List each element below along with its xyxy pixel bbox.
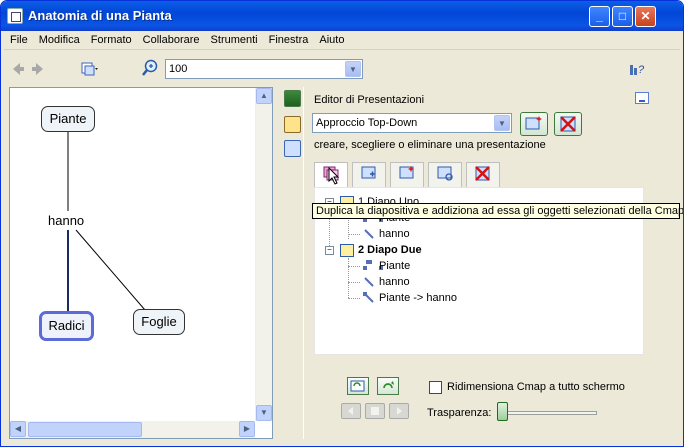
app-icon (7, 8, 23, 24)
delete-icon (560, 116, 576, 132)
window-title: Anatomia di una Pianta (28, 8, 172, 23)
next-button[interactable] (389, 403, 409, 419)
scroll-thumb[interactable] (28, 422, 142, 437)
scroll-left-icon[interactable]: ◀ (10, 421, 26, 437)
previous-icon (348, 407, 353, 415)
maximize-button[interactable]: □ (612, 6, 633, 27)
preview-button[interactable] (347, 377, 369, 395)
panel-title: Editor di Presentazioni (314, 94, 425, 106)
scroll-up-icon[interactable]: ▲ (256, 88, 272, 104)
menu-formato[interactable]: Formato (85, 31, 137, 46)
zoom-icon[interactable] (142, 59, 160, 77)
connection-icon (363, 292, 374, 303)
minimize-button[interactable]: _ (589, 6, 610, 27)
delete-presentation-button[interactable] (554, 112, 582, 136)
view-options-icon[interactable] (81, 61, 99, 77)
tree-guide (348, 258, 349, 298)
transparency-slider-track[interactable] (499, 411, 597, 415)
cmap-links (67, 130, 146, 312)
style-palette-icon[interactable] (284, 116, 301, 133)
tree-item[interactable]: hanno (379, 276, 410, 288)
tree-item[interactable]: Piante -> hanno (379, 292, 457, 304)
concept-node-piante[interactable]: Piante (41, 106, 95, 132)
approach-value: Approccio Top-Down (316, 117, 418, 129)
toolbar: 100 ▼ ? (4, 52, 680, 86)
link-phrase-hanno[interactable]: hanno (48, 213, 84, 228)
presentation-hint: creare, scegliere o eliminare una presen… (314, 139, 546, 151)
tree-item[interactable]: Piante (379, 260, 410, 272)
scroll-down-icon[interactable]: ▼ (256, 405, 272, 421)
add-to-slide-tab[interactable] (352, 162, 386, 187)
stop-icon (371, 407, 379, 415)
cmap-canvas[interactable]: Piante hanno Radici Foglie ▲ ▼ ◀ ▶ (9, 87, 273, 439)
menu-modifica[interactable]: Modifica (33, 31, 85, 46)
tree-guide (348, 266, 360, 267)
menu-strumenti[interactable]: Strumenti (205, 31, 263, 46)
slide-title[interactable]: 2 Diapo Due (358, 244, 422, 256)
approach-select[interactable]: Approccio Top-Down ▼ (312, 113, 512, 133)
tooltip: Duplica la diapositiva e addiziona ad es… (312, 203, 683, 219)
menu-collaborare[interactable]: Collaborare (137, 31, 205, 46)
transparency-label: Trasparenza: (427, 407, 492, 419)
present-icon (383, 381, 394, 389)
menu-file[interactable]: File (4, 31, 33, 46)
outline-view-icon[interactable] (284, 90, 301, 107)
slide-toolbar (314, 162, 644, 188)
next-icon (397, 407, 402, 415)
svg-text:?: ? (638, 64, 645, 76)
tree-guide (348, 298, 360, 299)
forward-arrow-icon[interactable] (30, 61, 46, 77)
tree-guide (348, 234, 360, 235)
new-presentation-icon (525, 116, 542, 130)
new-slide-icon (399, 166, 414, 179)
vertical-scrollbar[interactable]: ▲ ▼ (255, 88, 272, 421)
add-to-slide-icon (361, 166, 376, 179)
app-window: Anatomia di una Pianta _ □ ✕ File Modific… (0, 0, 684, 447)
side-tabs (281, 87, 303, 439)
refresh-slide-tab[interactable] (428, 162, 462, 187)
back-arrow-icon[interactable] (10, 61, 26, 77)
slide-icon (340, 244, 354, 257)
panel-minimize-icon[interactable] (635, 92, 649, 104)
delete-slide-tab[interactable] (466, 162, 500, 187)
fullscreen-label: Ridimensiona Cmap a tutto schermo (447, 381, 625, 393)
stop-button[interactable] (365, 403, 385, 419)
new-presentation-button[interactable] (520, 112, 548, 136)
scroll-right-icon[interactable]: ▶ (239, 421, 255, 437)
mouse-cursor-icon (328, 167, 340, 185)
present-button[interactable] (377, 377, 399, 395)
title-bar: Anatomia di una Pianta _ □ ✕ (1, 1, 683, 31)
fullscreen-checkbox[interactable] (429, 381, 442, 394)
tree-guide (348, 282, 360, 283)
menu-finestra[interactable]: Finestra (263, 31, 314, 46)
link-icon (364, 229, 374, 239)
refresh-slide-icon (437, 166, 453, 181)
presentation-controls: Ridimensiona Cmap a tutto schermo Traspa… (303, 371, 657, 441)
chevron-down-icon[interactable]: ▼ (494, 115, 510, 131)
preview-icon (350, 380, 365, 392)
presentation-view-icon[interactable] (284, 140, 301, 157)
transparency-slider-thumb[interactable] (497, 402, 508, 421)
zoom-select[interactable]: 100 ▼ (165, 59, 363, 79)
help-icon[interactable]: ? (629, 61, 647, 77)
menu-bar: File Modifica Formato Collaborare Strumenti F… (4, 31, 680, 50)
previous-button[interactable] (341, 403, 361, 419)
new-slide-tab[interactable] (390, 162, 424, 187)
close-button[interactable]: ✕ (635, 6, 656, 27)
zoom-value: 100 (169, 63, 188, 75)
delete-slide-icon (475, 166, 490, 181)
collapse-icon[interactable]: − (325, 246, 334, 255)
concept-node-foglie[interactable]: Foglie (133, 309, 185, 335)
concept-node-radici[interactable]: Radici (39, 311, 94, 341)
chevron-down-icon[interactable]: ▼ (345, 61, 361, 77)
concept-icon (363, 260, 383, 271)
horizontal-scrollbar[interactable]: ◀ ▶ (10, 421, 255, 438)
tree-item[interactable]: hanno (379, 228, 410, 240)
link-icon (364, 277, 374, 287)
menu-aiuto[interactable]: Aiuto (313, 31, 349, 46)
